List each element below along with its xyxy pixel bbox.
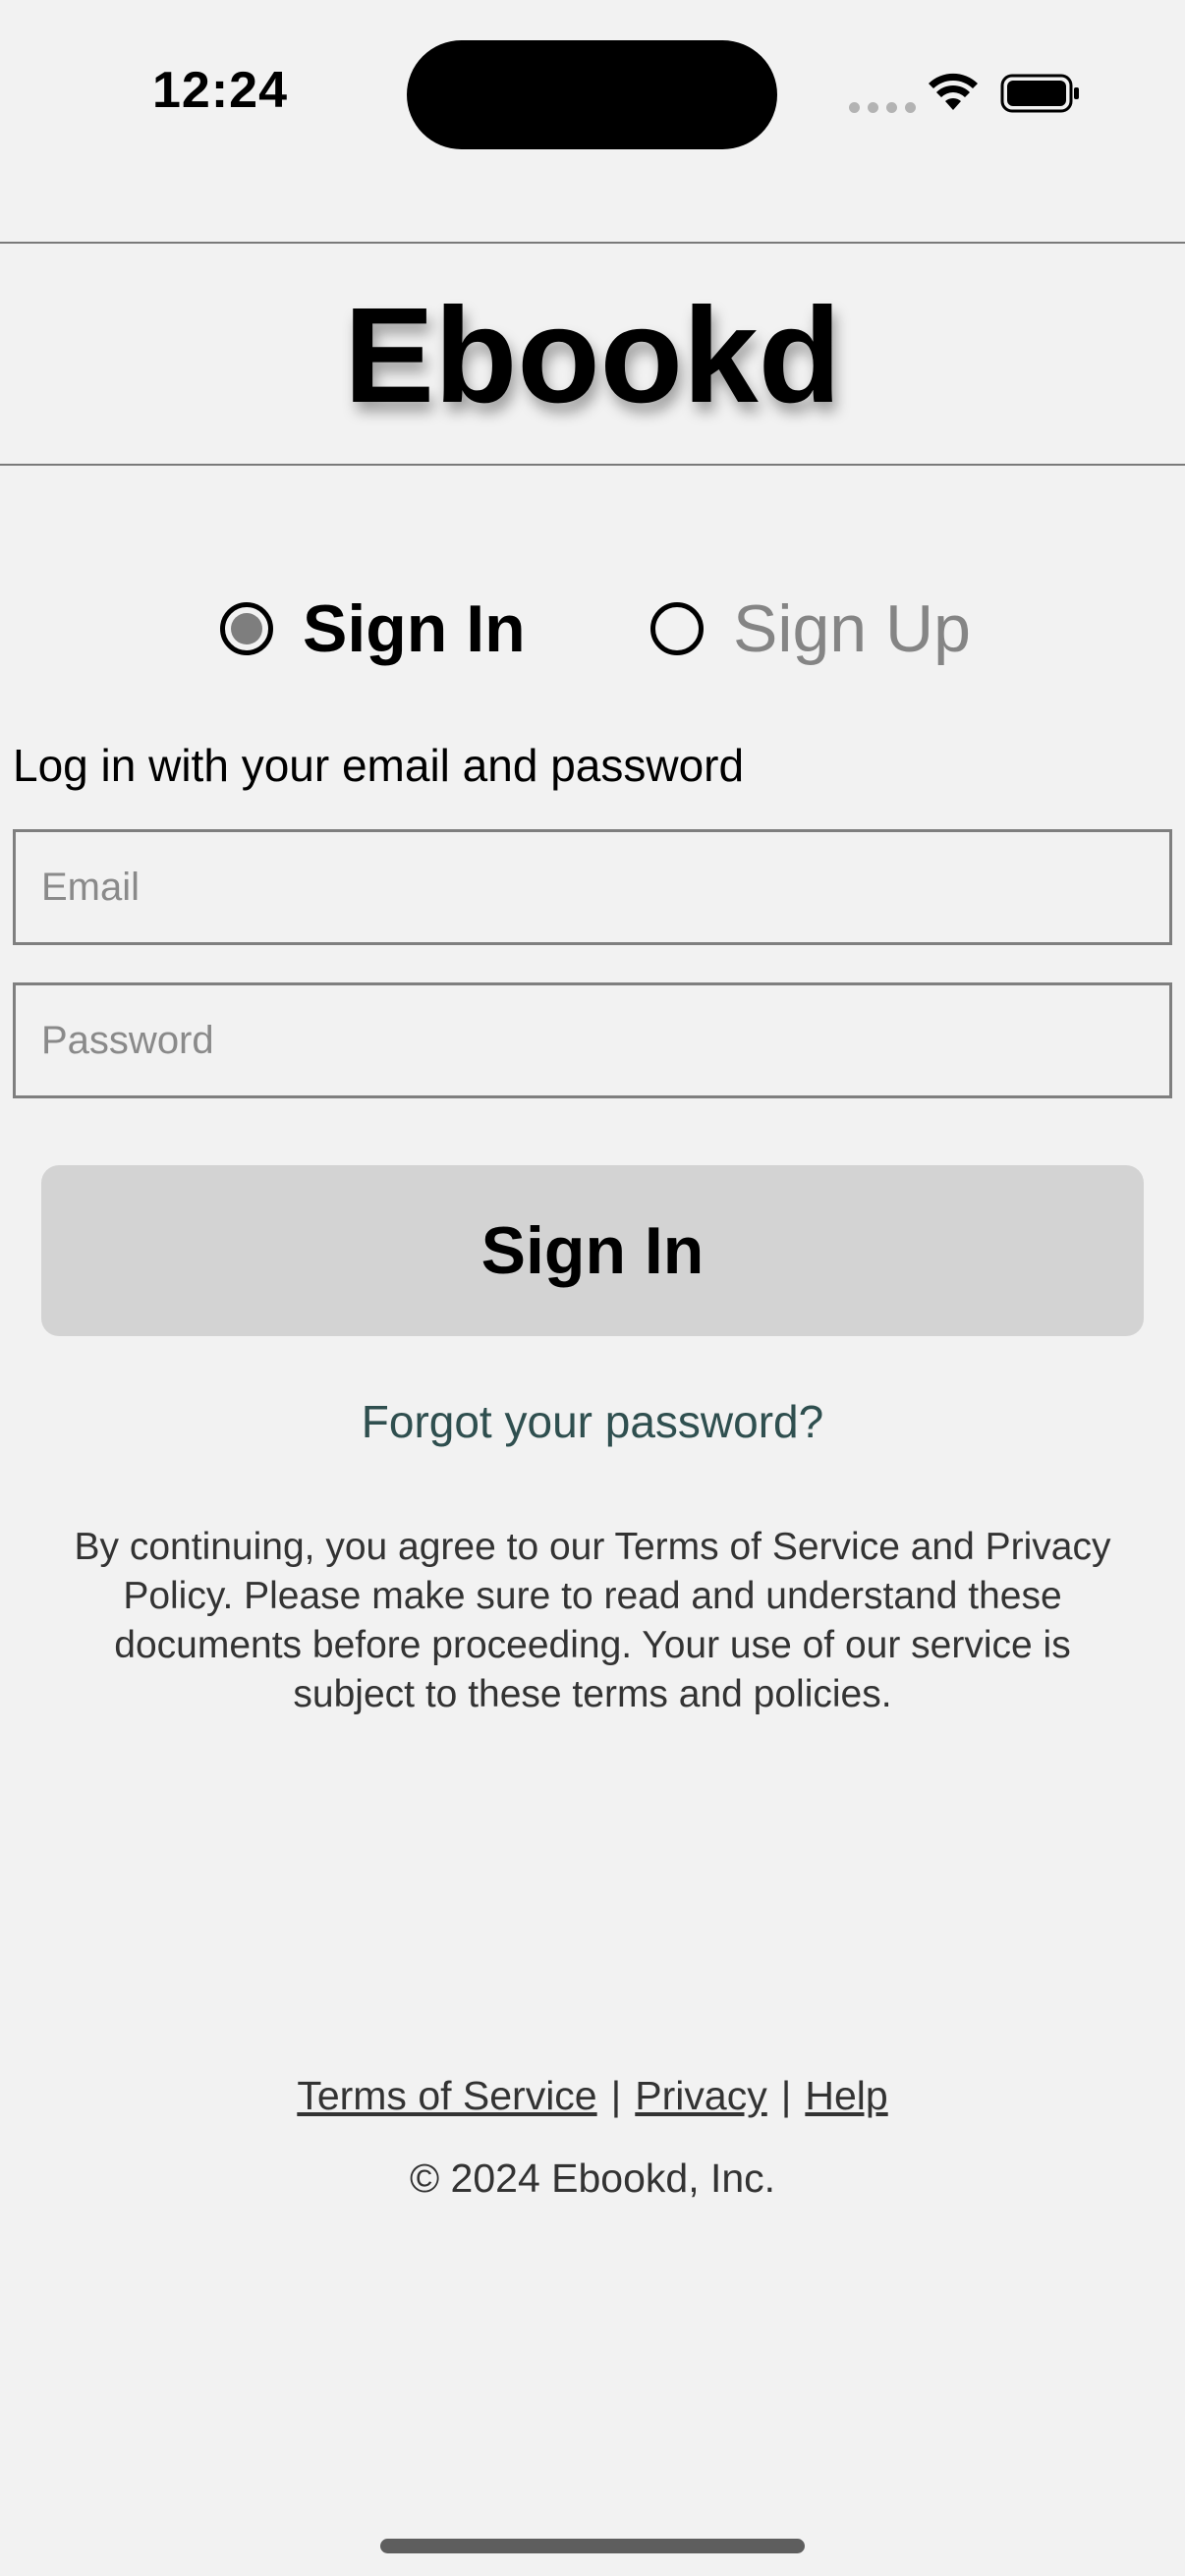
copyright: © 2024 Ebookd, Inc. xyxy=(409,2156,776,2201)
terms-of-service-link[interactable]: Terms of Service xyxy=(297,2073,596,2118)
footer-separator: | xyxy=(780,2073,792,2118)
footer-links: Terms of Service | Privacy | Help xyxy=(0,2073,1185,2119)
email-field[interactable] xyxy=(13,829,1172,945)
app-header: Ebookd xyxy=(0,242,1185,466)
radio-unselected-icon xyxy=(650,602,704,655)
password-field[interactable] xyxy=(13,982,1172,1098)
sign-in-radio-label: Sign In xyxy=(303,591,526,666)
status-bar: 12:24 xyxy=(0,0,1185,196)
footer-separator: | xyxy=(610,2073,622,2118)
sign-in-button[interactable]: Sign In xyxy=(41,1165,1144,1336)
privacy-link[interactable]: Privacy xyxy=(635,2073,766,2118)
sign-in-screen: 12:24 Ebookd Sign In Sign Up Log in with… xyxy=(0,0,1185,2576)
form-instructions: Log in with your email and password xyxy=(13,740,745,791)
dynamic-island xyxy=(407,40,777,149)
battery-icon xyxy=(1000,74,1079,113)
forgot-password-link[interactable]: Forgot your password? xyxy=(0,1395,1185,1448)
signal-dots-icon xyxy=(849,102,916,113)
help-link[interactable]: Help xyxy=(805,2073,887,2118)
wifi-icon xyxy=(929,73,978,110)
auth-mode-toggle: Sign In Sign Up xyxy=(0,580,1185,678)
status-time: 12:24 xyxy=(152,62,288,119)
legal-notice: By continuing, you agree to our Terms of… xyxy=(74,1526,1111,1715)
sign-in-radio[interactable]: Sign In xyxy=(220,580,526,678)
app-title: Ebookd xyxy=(344,280,841,431)
radio-selected-icon xyxy=(220,602,273,655)
home-indicator[interactable] xyxy=(380,2539,805,2553)
sign-up-radio[interactable]: Sign Up xyxy=(650,580,971,678)
sign-up-radio-label: Sign Up xyxy=(733,591,971,666)
